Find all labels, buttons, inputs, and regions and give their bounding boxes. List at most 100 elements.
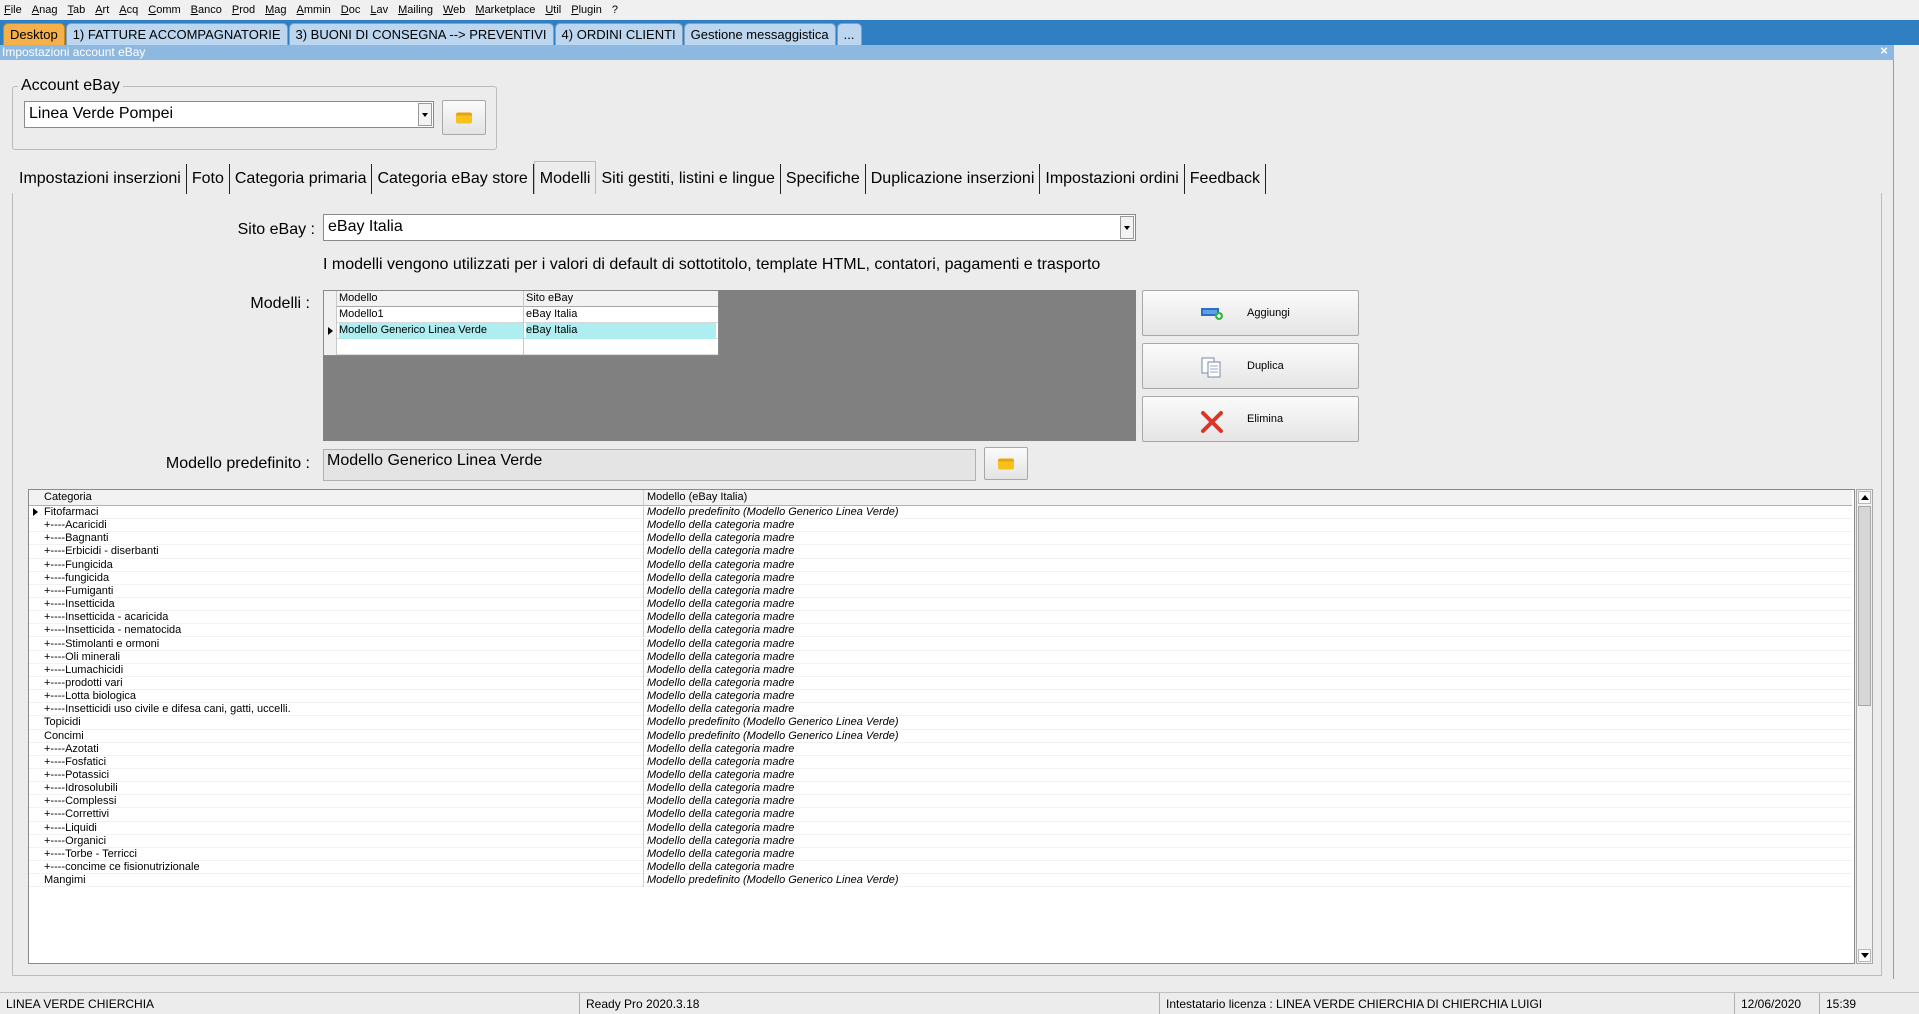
categories-grid[interactable]: Categoria Modello (eBay Italia) Fitofarmac… <box>28 489 1855 964</box>
category-model[interactable]: Modello della categoria madre <box>647 519 1847 532</box>
category-name[interactable]: +----Complessi <box>44 795 644 809</box>
page-tab[interactable]: Impostazioni inserzioni <box>14 164 187 194</box>
category-name[interactable]: +----Liquidi <box>44 821 644 835</box>
category-name[interactable]: +----Insetticida <box>44 598 644 612</box>
menu-item[interactable]: Banco <box>191 4 222 16</box>
account-select[interactable]: Linea Verde Pompei <box>24 101 434 128</box>
sito-select[interactable]: eBay Italia <box>323 214 1136 241</box>
category-row[interactable]: +----Insetticida - acaricida Modello dell… <box>29 611 1852 625</box>
page-tab[interactable]: Duplicazione inserzioni <box>866 164 1041 194</box>
category-row[interactable]: +----Fumiganti Modello della categoria ma… <box>29 584 1852 599</box>
category-row[interactable]: +----Torbe - Terricci Modello della categ… <box>29 847 1852 862</box>
category-name[interactable]: +----Organici <box>44 834 644 848</box>
page-tab[interactable]: Siti gestiti, listini e lingue <box>596 164 781 194</box>
account-browse-button[interactable] <box>442 100 486 135</box>
menu-item[interactable]: Plugin <box>571 4 602 16</box>
menu-item[interactable]: Mailing <box>398 4 433 16</box>
menu-item[interactable]: Art <box>95 4 109 16</box>
category-model[interactable]: Modello della categoria madre <box>647 769 1847 782</box>
scroll-up-icon[interactable] <box>1858 491 1871 504</box>
menu-item[interactable]: Web <box>443 4 465 16</box>
category-row[interactable]: +----prodotti vari Modello della categori… <box>29 676 1852 691</box>
category-model[interactable]: Modello predefinito (Modello Generico Li… <box>647 716 1847 729</box>
category-row[interactable]: +----Stimolanti e ormoni Modello della ca… <box>29 637 1852 651</box>
category-model[interactable]: Modello della categoria madre <box>647 624 1847 637</box>
category-name[interactable]: +----Torbe - Terricci <box>44 847 644 862</box>
chevron-down-icon[interactable] <box>1120 216 1134 239</box>
desktop-tab[interactable]: Gestione messaggistica <box>683 23 836 45</box>
category-model[interactable]: Modello della categoria madre <box>647 690 1847 703</box>
category-name[interactable]: +----concime ce fisionutrizionale <box>44 861 644 875</box>
category-row[interactable]: Fitofarmaci Modello predefinito (Modello … <box>29 506 1852 520</box>
category-name[interactable]: +----Insetticida - acaricida <box>44 611 644 625</box>
category-name[interactable]: +----Lumachicidi <box>44 663 644 677</box>
category-model[interactable]: Modello della categoria madre <box>647 585 1847 598</box>
category-model[interactable]: Modello della categoria madre <box>647 532 1847 545</box>
category-row[interactable]: +----Liquidi Modello della categoria madr… <box>29 821 1852 835</box>
modelli-new-row[interactable] <box>324 339 718 355</box>
scroll-thumb[interactable] <box>1858 506 1871 706</box>
category-row[interactable]: +----concime ce fisionutrizionale Modello… <box>29 861 1852 875</box>
desktop-tab[interactable]: 1) FATTURE ACCOMPAGNATORIE <box>65 23 288 45</box>
category-model[interactable]: Modello predefinito (Modello Generico Li… <box>647 506 1847 519</box>
menu-item[interactable]: Doc <box>341 4 361 16</box>
category-name[interactable]: +----Insetticidi uso civile e difesa can… <box>44 703 644 717</box>
modelli-cell-modello[interactable]: Modello Generico Linea Verde <box>339 323 524 339</box>
close-icon[interactable]: × <box>1876 43 1892 59</box>
category-row[interactable]: +----Acaricidi Modello della categoria ma… <box>29 519 1852 533</box>
category-row[interactable]: +----Lotta biologica Modello della catego… <box>29 690 1852 704</box>
desktop-tab[interactable]: ... <box>836 23 862 45</box>
category-row[interactable]: +----Oli minerali Modello della categoria… <box>29 650 1852 664</box>
page-tab[interactable]: Foto <box>187 164 230 194</box>
category-name[interactable]: +----fungicida <box>44 571 644 585</box>
category-model[interactable]: Modello della categoria madre <box>647 861 1847 874</box>
category-model[interactable]: Modello della categoria madre <box>647 559 1847 572</box>
category-name[interactable]: Fitofarmaci <box>44 506 644 520</box>
menu-item[interactable]: Mag <box>265 4 286 16</box>
categories-header-modello[interactable]: Modello (eBay Italia) <box>647 490 1847 506</box>
modelli-row[interactable]: Modello1 eBay Italia <box>324 307 718 323</box>
modelli-row-selected[interactable]: Modello Generico Linea Verde eBay Italia <box>324 323 718 339</box>
category-model[interactable]: Modello della categoria madre <box>647 598 1847 611</box>
category-row[interactable]: Mangimi Modello predefinito (Modello Gene… <box>29 874 1852 888</box>
page-tab[interactable]: Categoria eBay store <box>372 164 534 194</box>
category-name[interactable]: +----Insetticida - nematocida <box>44 624 644 638</box>
category-model[interactable]: Modello della categoria madre <box>647 572 1847 585</box>
menu-item[interactable]: Lav <box>370 4 388 16</box>
category-name[interactable]: Concimi <box>44 729 644 743</box>
category-name[interactable]: +----Stimolanti e ormoni <box>44 637 644 651</box>
menu-item[interactable]: ? <box>612 4 618 16</box>
predefinito-browse-button[interactable] <box>984 447 1028 480</box>
category-model[interactable]: Modello della categoria madre <box>647 795 1847 808</box>
desktop-tab[interactable]: 3) BUONI DI CONSEGNA --> PREVENTIVI <box>288 23 554 45</box>
menu-item[interactable]: Marketplace <box>475 4 535 16</box>
desktop-tab-active[interactable]: Desktop <box>3 23 65 45</box>
menu-item[interactable]: Comm <box>148 4 180 16</box>
category-name[interactable]: +----Erbicidi - diserbanti <box>44 545 644 559</box>
category-row[interactable]: +----Fosfatici Modello della categoria ma… <box>29 755 1852 769</box>
page-tab[interactable]: Feedback <box>1185 164 1267 194</box>
category-model[interactable]: Modello della categoria madre <box>647 835 1847 848</box>
category-name[interactable]: +----Correttivi <box>44 808 644 822</box>
category-model[interactable]: Modello della categoria madre <box>647 782 1847 795</box>
category-name[interactable]: +----Potassici <box>44 769 644 783</box>
desktop-tab[interactable]: 4) ORDINI CLIENTI <box>554 23 683 45</box>
category-model[interactable]: Modello della categoria madre <box>647 638 1847 651</box>
menu-item[interactable]: Ammin <box>297 4 331 16</box>
category-name[interactable]: +----Lotta biologica <box>44 690 644 704</box>
category-model[interactable]: Modello della categoria madre <box>647 808 1847 821</box>
category-row[interactable]: +----Potassici Modello della categoria ma… <box>29 769 1852 783</box>
chevron-down-icon[interactable] <box>418 103 432 126</box>
tab-modelli-active[interactable]: Modelli <box>533 161 597 194</box>
category-name[interactable]: +----Acaricidi <box>44 519 644 533</box>
category-row[interactable]: +----Bagnanti Modello della categoria mad… <box>29 532 1852 546</box>
menu-item[interactable]: Acq <box>119 4 138 16</box>
category-model[interactable]: Modello della categoria madre <box>647 664 1847 677</box>
category-name[interactable]: +----Idrosolubili <box>44 782 644 796</box>
category-row[interactable]: +----Organici Modello della categoria mad… <box>29 834 1852 848</box>
category-row[interactable]: +----Fungicida Modello della categoria ma… <box>29 558 1852 572</box>
category-row[interactable]: Topicidi Modello predefinito (Modello Gen… <box>29 716 1852 730</box>
category-model[interactable]: Modello della categoria madre <box>647 651 1847 664</box>
category-row[interactable]: +----Lumachicidi Modello della categoria … <box>29 663 1852 677</box>
category-model[interactable]: Modello della categoria madre <box>647 611 1847 624</box>
